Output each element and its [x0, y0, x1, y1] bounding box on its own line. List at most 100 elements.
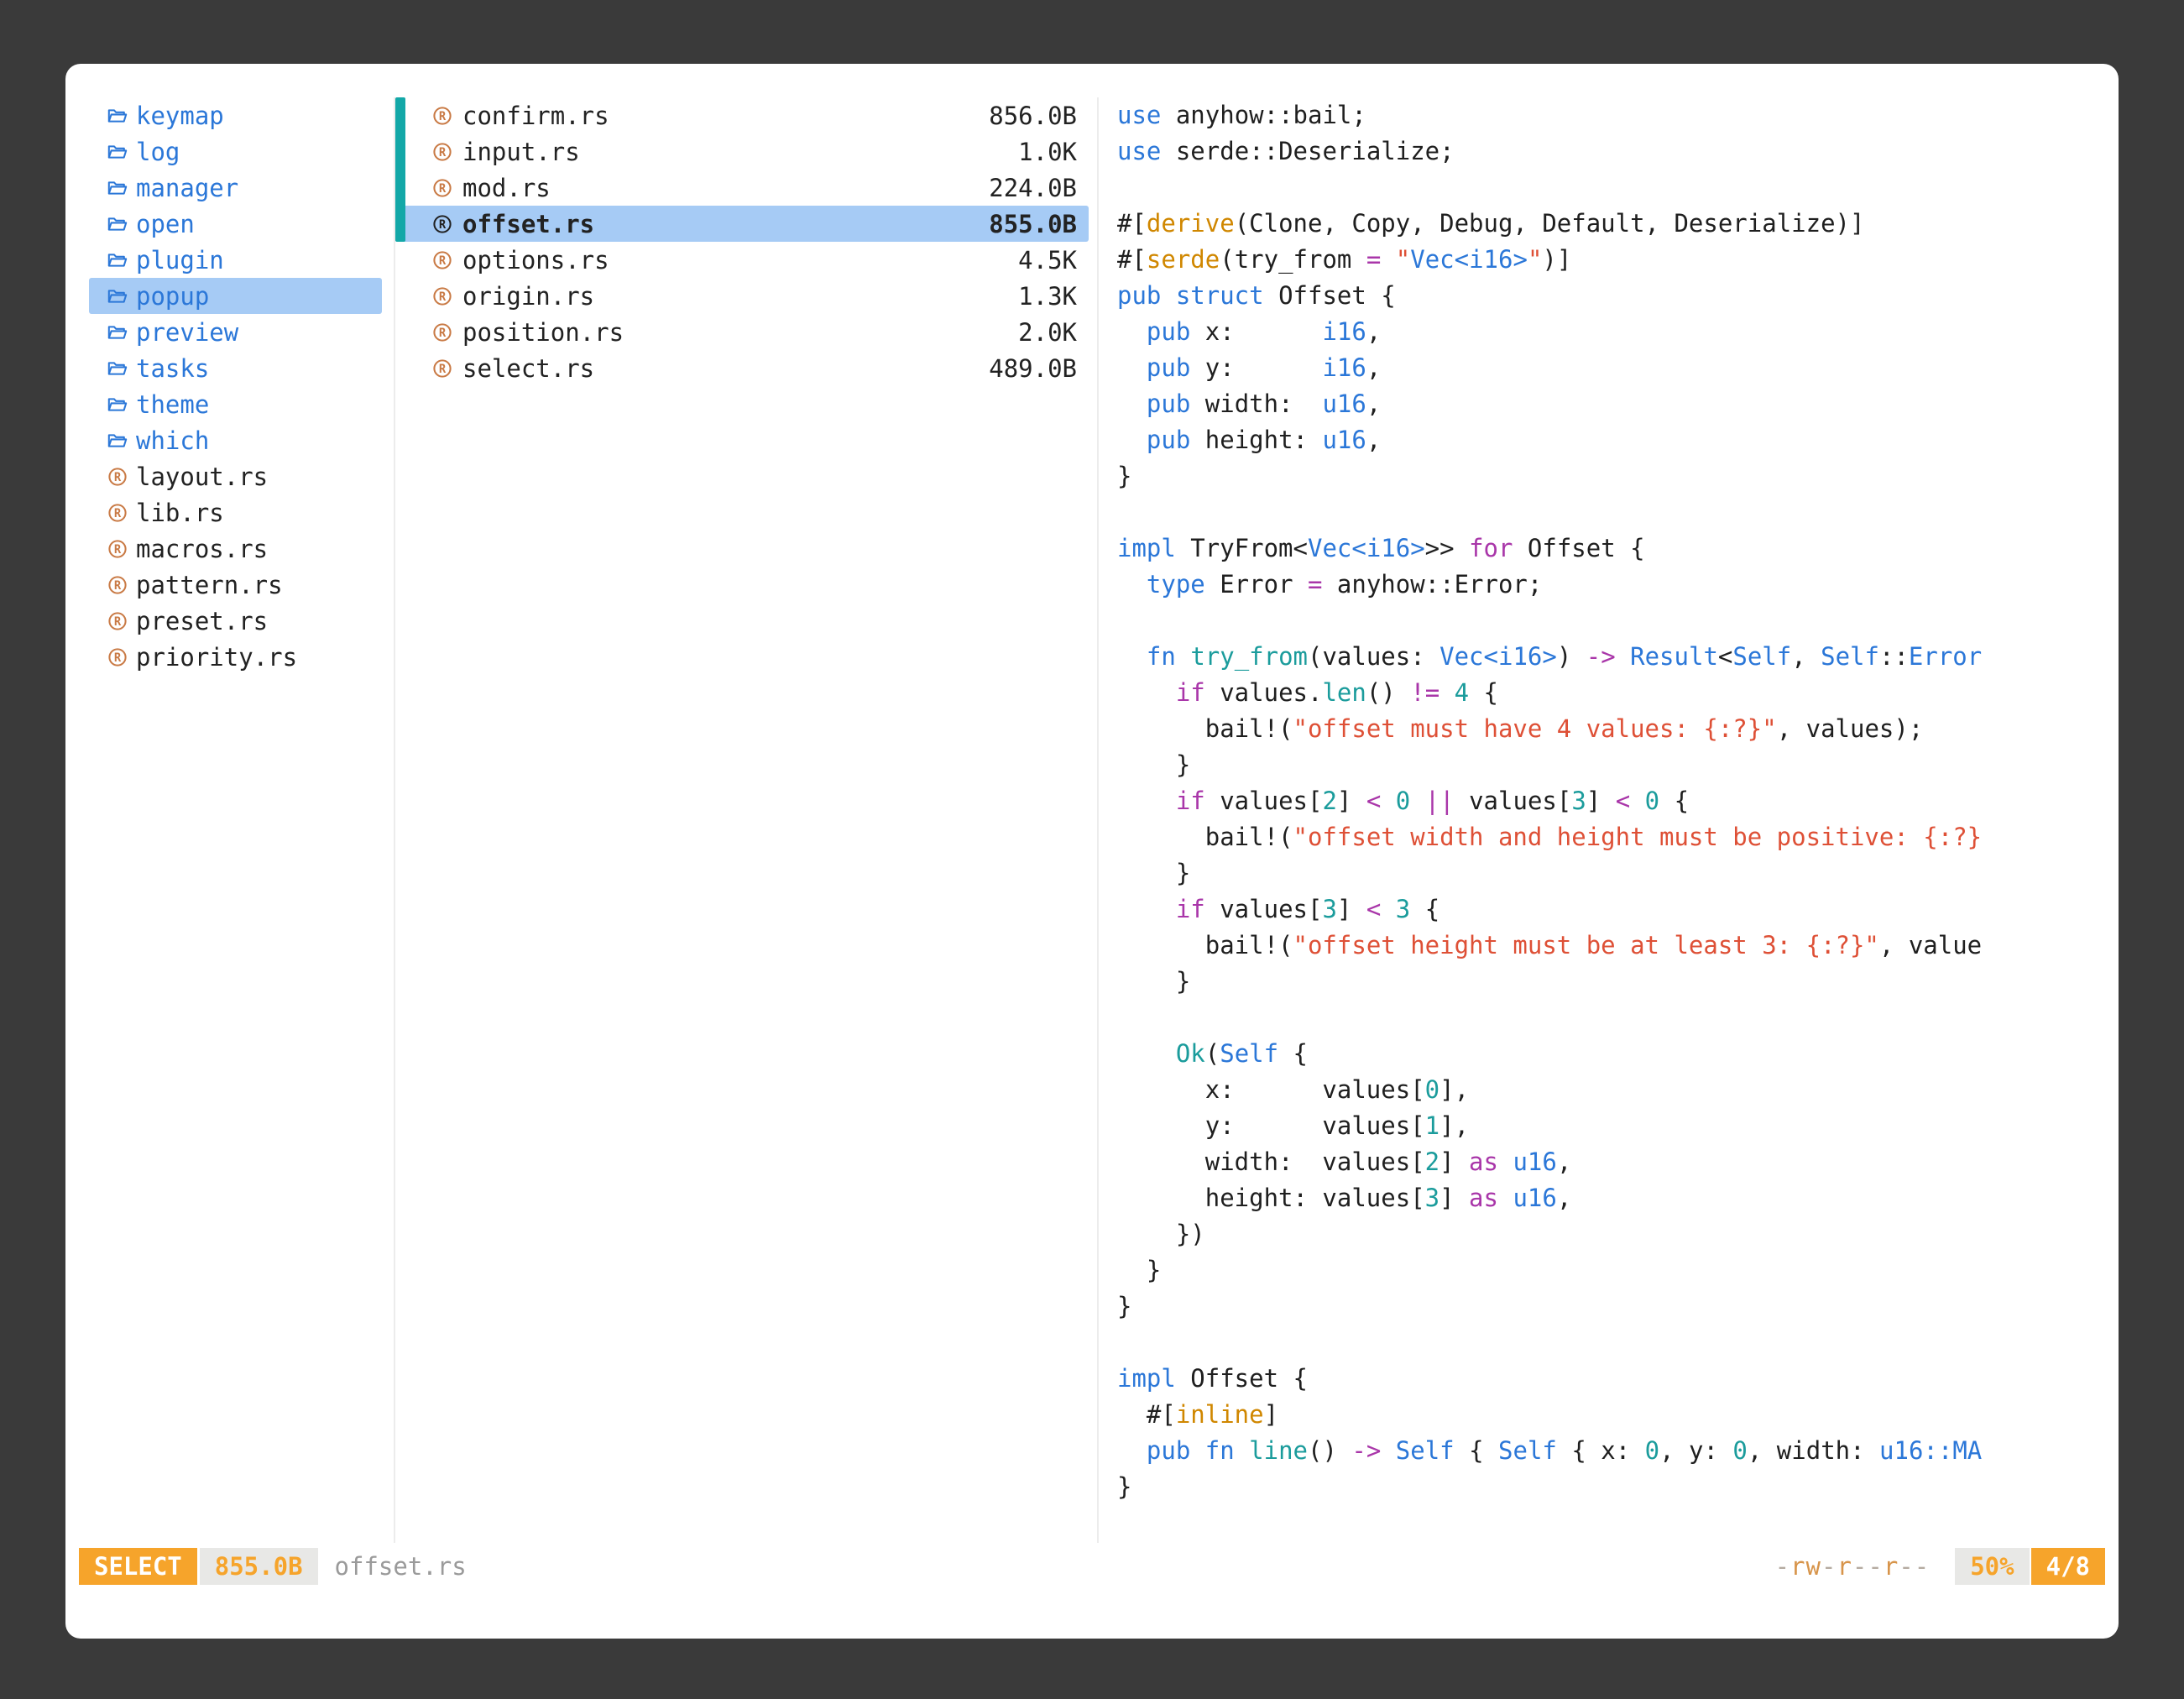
code-token: }	[1117, 1256, 1161, 1284]
dir-item-log[interactable]: log	[89, 133, 382, 170]
code-line	[1117, 1325, 2119, 1361]
code-line: height: values[3] as u16,	[1117, 1180, 2119, 1216]
file-item-macros.rs[interactable]: Rmacros.rs	[89, 531, 382, 567]
svg-text:R: R	[439, 218, 447, 232]
code-line: }	[1117, 855, 2119, 891]
code-token: Vec<i16>	[1439, 642, 1557, 671]
code-token: {	[1278, 1039, 1308, 1068]
dir-item-manager[interactable]: manager	[89, 170, 382, 206]
file-item-origin.rs[interactable]: Rorigin.rs1.3K	[395, 278, 1089, 314]
dir-item-open[interactable]: open	[89, 206, 382, 242]
rust-file-icon: R	[107, 575, 128, 595]
file-size: 856.0B	[989, 102, 1077, 130]
code-token: ]	[1439, 1184, 1469, 1212]
svg-text:R: R	[114, 651, 122, 665]
code-token: pub struct	[1117, 281, 1264, 310]
code-token: {	[1455, 1436, 1498, 1465]
file-item-mod.rs[interactable]: Rmod.rs224.0B	[395, 170, 1089, 206]
code-token: use	[1117, 137, 1161, 165]
code-token: )	[1557, 642, 1586, 671]
rust-file-icon: R	[432, 106, 452, 126]
code-token: impl	[1117, 534, 1176, 562]
code-token: 0	[1732, 1436, 1747, 1465]
code-line: fn try_from(values: Vec<i16>) -> Result<…	[1117, 639, 2119, 675]
code-token: as	[1469, 1147, 1498, 1176]
code-token: ::	[1879, 642, 1909, 671]
code-token: height: values[	[1117, 1184, 1425, 1212]
svg-text:R: R	[114, 615, 122, 629]
item-label: keymap	[136, 102, 224, 130]
item-label: tasks	[136, 354, 209, 383]
code-token: }	[1117, 859, 1190, 887]
code-line: pub width: u16,	[1117, 386, 2119, 422]
file-item-input.rs[interactable]: Rinput.rs1.0K	[395, 133, 1089, 170]
dir-item-tasks[interactable]: tasks	[89, 350, 382, 386]
code-token: width:	[1190, 389, 1322, 418]
file-item-select.rs[interactable]: Rselect.rs489.0B	[395, 350, 1089, 386]
code-line: pub x: i16,	[1117, 314, 2119, 350]
code-token: )]	[1542, 245, 1571, 274]
file-item-layout.rs[interactable]: Rlayout.rs	[89, 458, 382, 494]
rust-file-icon: R	[432, 358, 452, 379]
code-token	[1117, 317, 1147, 346]
file-item-lib.rs[interactable]: Rlib.rs	[89, 494, 382, 531]
code-token: Offset {	[1513, 534, 1644, 562]
item-label: preset.rs	[136, 607, 268, 635]
code-line: bail!("offset must have 4 values: {:?}",…	[1117, 711, 2119, 747]
code-line: #[inline]	[1117, 1397, 2119, 1433]
code-token: Ok	[1176, 1039, 1205, 1068]
code-token: <	[1616, 787, 1630, 815]
file-item-confirm.rs[interactable]: Rconfirm.rs856.0B	[395, 97, 1089, 133]
code-token: 2	[1322, 787, 1336, 815]
file-item-options.rs[interactable]: Roptions.rs4.5K	[395, 242, 1089, 278]
code-line: #[derive(Clone, Copy, Debug, Default, De…	[1117, 206, 2119, 242]
file-item-position.rs[interactable]: Rposition.rs2.0K	[395, 314, 1089, 350]
code-line: pub y: i16,	[1117, 350, 2119, 386]
code-token	[1410, 787, 1424, 815]
code-token: 0	[1645, 787, 1659, 815]
status-bar: SELECT 855.0B offset.rs -rw-r--r-- 50% 4…	[79, 1548, 2105, 1585]
code-token: ->	[1351, 1436, 1381, 1465]
code-token: TryFrom<	[1176, 534, 1308, 562]
file-item-pattern.rs[interactable]: Rpattern.rs	[89, 567, 382, 603]
code-line: use serde::Deserialize;	[1117, 133, 2119, 170]
dir-item-which[interactable]: which	[89, 422, 382, 458]
rust-file-icon: R	[107, 539, 128, 559]
item-label: plugin	[136, 246, 224, 274]
dir-item-preview[interactable]: preview	[89, 314, 382, 350]
code-token: ->	[1586, 642, 1616, 671]
file-item-preset.rs[interactable]: Rpreset.rs	[89, 603, 382, 639]
code-token: , value	[1879, 931, 1982, 959]
code-token: if	[1176, 678, 1205, 707]
file-item-priority.rs[interactable]: Rpriority.rs	[89, 639, 382, 675]
perm-flag: rw	[1790, 1552, 1821, 1581]
file-item-offset.rs[interactable]: Roffset.rs855.0B	[395, 206, 1089, 242]
dir-item-theme[interactable]: theme	[89, 386, 382, 422]
status-filename: offset.rs	[335, 1552, 467, 1581]
svg-text:R: R	[114, 543, 122, 557]
code-token: if	[1176, 787, 1205, 815]
code-token	[1117, 678, 1176, 707]
dir-item-keymap[interactable]: keymap	[89, 97, 382, 133]
code-token: x: values[	[1117, 1075, 1425, 1104]
svg-text:R: R	[439, 146, 447, 159]
code-token: try_from	[1190, 642, 1308, 671]
item-label: manager	[136, 174, 238, 202]
svg-text:R: R	[114, 579, 122, 593]
code-token	[1381, 787, 1395, 815]
dir-item-plugin[interactable]: plugin	[89, 242, 382, 278]
code-token: ||	[1425, 787, 1455, 815]
code-token	[1381, 245, 1395, 274]
code-line: }	[1117, 1252, 2119, 1289]
file-size: 2.0K	[1018, 318, 1077, 347]
folder-icon	[107, 288, 128, 305]
code-token: #[	[1117, 209, 1147, 238]
code-token: Offset {	[1264, 281, 1396, 310]
code-token	[1117, 426, 1147, 454]
code-token: y:	[1190, 353, 1322, 382]
svg-text:R: R	[439, 363, 447, 376]
rust-file-icon: R	[432, 214, 452, 234]
code-token: values[	[1205, 787, 1323, 815]
list-scrollbar[interactable]	[395, 97, 405, 242]
dir-item-popup[interactable]: popup	[89, 278, 382, 314]
